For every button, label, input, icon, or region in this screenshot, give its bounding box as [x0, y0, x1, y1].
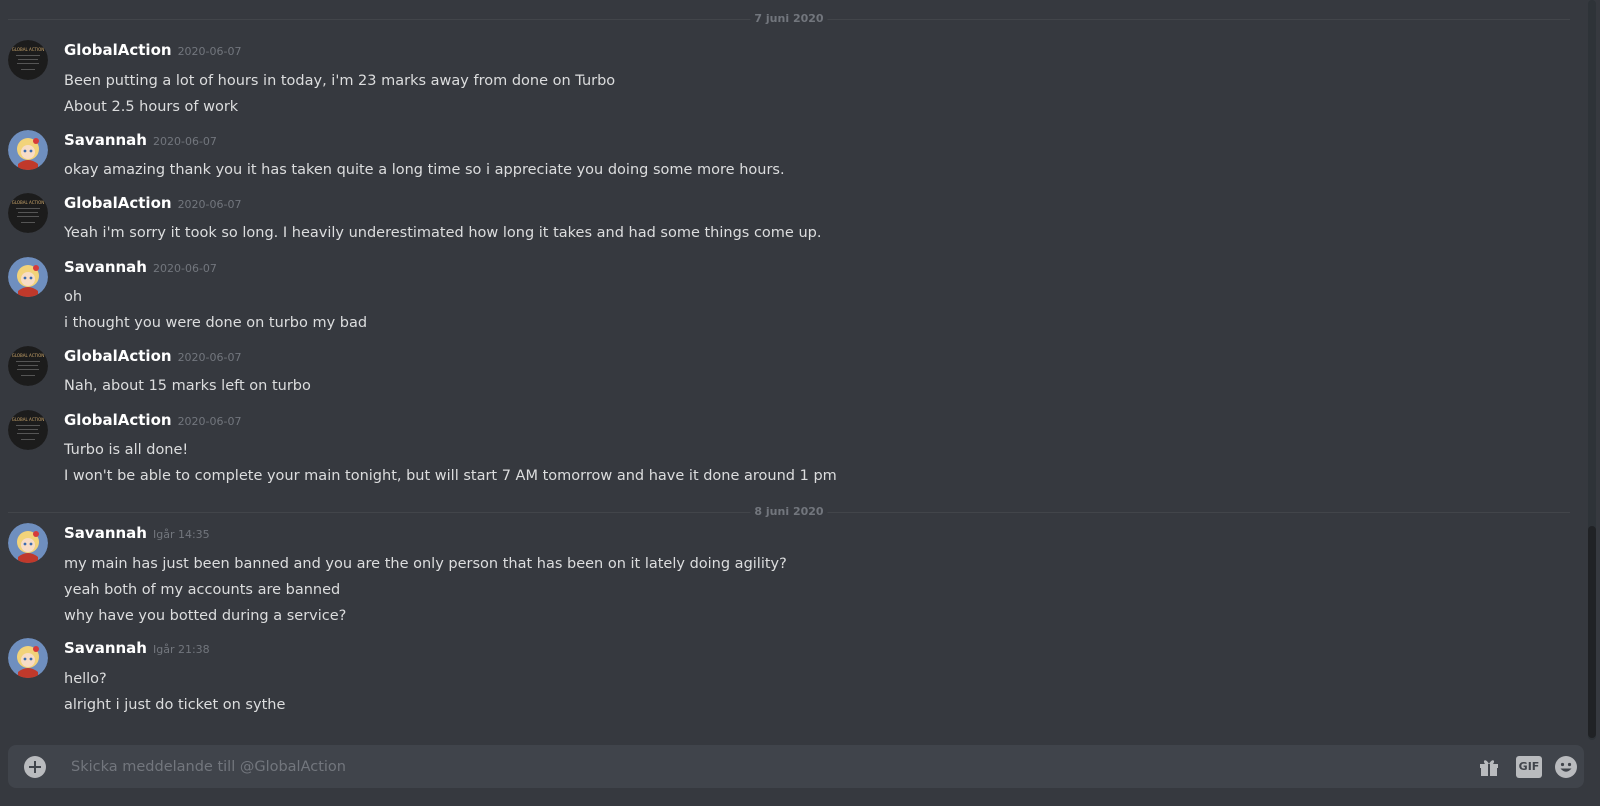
date-divider: 8 juni 2020: [8, 505, 1570, 519]
emoji-icon[interactable]: [1554, 755, 1578, 779]
username[interactable]: GlobalAction: [64, 347, 172, 365]
avatar[interactable]: [8, 130, 48, 170]
gif-button[interactable]: GIF: [1516, 756, 1542, 778]
timestamp: 2020-06-07: [152, 262, 217, 275]
message-header: Savannah Igår 14:35: [64, 523, 210, 545]
message-text: Yeah i'm sorry it took so long. I heavil…: [64, 225, 822, 241]
username[interactable]: Savannah: [64, 131, 147, 149]
avatar[interactable]: GLOBAL ACTION: [8, 193, 48, 233]
avatar[interactable]: [8, 523, 48, 563]
timestamp: 2020-06-07: [152, 135, 217, 148]
message-text: alright i just do ticket on sythe: [64, 697, 286, 713]
scrollbar-track[interactable]: [1588, 0, 1596, 740]
avatar[interactable]: [8, 638, 48, 678]
message-text: About 2.5 hours of work: [64, 99, 239, 115]
timestamp: 2020-06-07: [177, 198, 242, 211]
message-header: GlobalAction 2020-06-07: [64, 410, 242, 432]
avatar[interactable]: GLOBAL ACTION: [8, 346, 48, 386]
timestamp: 2020-06-07: [177, 415, 242, 428]
message-text: i thought you were done on turbo my bad: [64, 315, 368, 331]
message-header: GlobalAction 2020-06-07: [64, 193, 242, 215]
svg-text:GLOBAL ACTION: GLOBAL ACTION: [12, 200, 45, 205]
message-input[interactable]: [63, 745, 1463, 788]
username[interactable]: Savannah: [64, 524, 147, 542]
username[interactable]: Savannah: [64, 639, 147, 657]
svg-text:GLOBAL ACTION: GLOBAL ACTION: [12, 353, 45, 358]
message-header: Savannah 2020-06-07: [64, 257, 217, 279]
timestamp: 2020-06-07: [177, 351, 242, 364]
message-composer: GIF: [8, 745, 1584, 788]
timestamp: Igår 21:38: [152, 643, 210, 656]
message-text: oh: [64, 289, 83, 305]
add-attachment-button[interactable]: [24, 756, 46, 778]
message-text: Been putting a lot of hours in today, i'…: [64, 73, 616, 89]
message-header: GlobalAction 2020-06-07: [64, 40, 242, 62]
avatar[interactable]: GLOBAL ACTION: [8, 40, 48, 80]
message-header: GlobalAction 2020-06-07: [64, 346, 242, 368]
gift-icon[interactable]: [1477, 755, 1501, 779]
avatar[interactable]: GLOBAL ACTION: [8, 410, 48, 450]
message-text: hello?: [64, 671, 107, 687]
message-text: I won't be able to complete your main to…: [64, 468, 837, 484]
date-divider-label: 7 juni 2020: [750, 12, 828, 26]
username[interactable]: GlobalAction: [64, 41, 172, 59]
svg-text:GLOBAL ACTION: GLOBAL ACTION: [12, 47, 45, 52]
message-text: Turbo is all done!: [64, 442, 189, 458]
username[interactable]: GlobalAction: [64, 194, 172, 212]
message-list: 7 juni 2020 8 juni 2020 GLOBAL ACTION Glo…: [0, 0, 1586, 740]
date-divider: 7 juni 2020: [8, 12, 1570, 26]
message-header: Savannah 2020-06-07: [64, 130, 217, 152]
message-text: Nah, about 15 marks left on turbo: [64, 378, 311, 394]
avatar[interactable]: [8, 257, 48, 297]
message-text: okay amazing thank you it has taken quit…: [64, 162, 785, 178]
timestamp: 2020-06-07: [177, 45, 242, 58]
message-text: why have you botted during a service?: [64, 608, 347, 624]
message-text: yeah both of my accounts are banned: [64, 582, 341, 598]
timestamp: Igår 14:35: [152, 528, 210, 541]
username[interactable]: Savannah: [64, 258, 147, 276]
date-divider-label: 8 juni 2020: [750, 505, 828, 519]
svg-text:GLOBAL ACTION: GLOBAL ACTION: [12, 417, 45, 422]
username[interactable]: GlobalAction: [64, 411, 172, 429]
message-header: Savannah Igår 21:38: [64, 638, 210, 660]
message-text: my main has just been banned and you are…: [64, 556, 787, 572]
scrollbar-thumb[interactable]: [1588, 526, 1596, 738]
